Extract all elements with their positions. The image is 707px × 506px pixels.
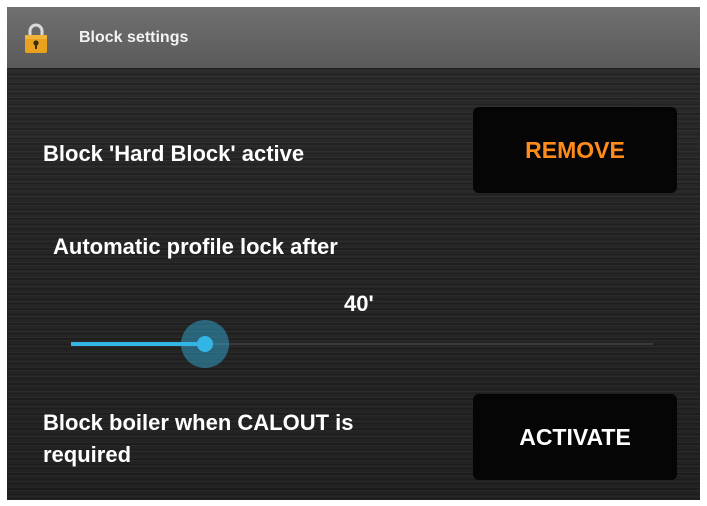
profile-lock-label: Automatic profile lock after [53, 234, 338, 259]
profile-lock-value: 40' [344, 291, 374, 316]
title-bar: Block settings [7, 7, 700, 68]
boiler-label-line1: Block boiler when CALOUT is [43, 410, 354, 435]
window-title: Block settings [79, 29, 189, 46]
boiler-label-line2: required [43, 442, 132, 467]
remove-button[interactable]: REMOVE [473, 107, 677, 193]
remove-button-label: REMOVE [525, 136, 625, 163]
slider-thumb[interactable] [196, 336, 213, 352]
block-status-label: Block 'Hard Block' active [43, 141, 305, 166]
settings-panel: Block settings Block 'Hard Block' active… [7, 7, 700, 500]
activate-button-label: ACTIVATE [519, 423, 631, 450]
activate-button[interactable]: ACTIVATE [473, 394, 677, 480]
lock-icon [23, 22, 49, 54]
